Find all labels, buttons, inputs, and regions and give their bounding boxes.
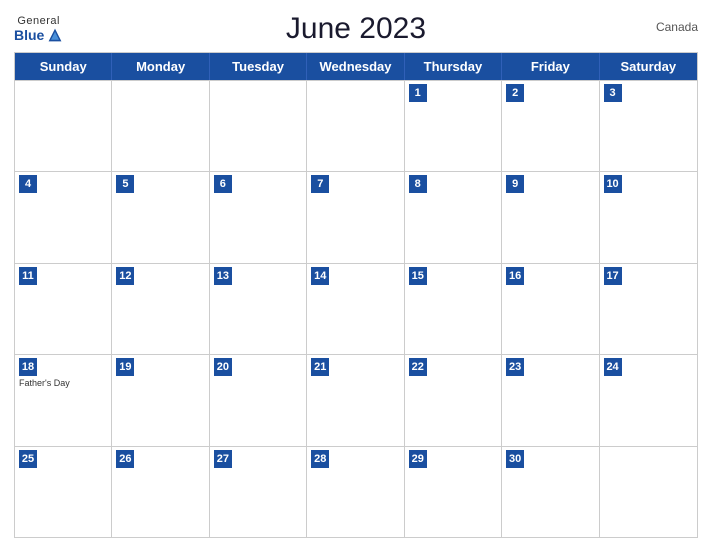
day-cell: 6 (210, 172, 307, 262)
logo-general: General (17, 16, 60, 27)
day-number: 7 (311, 175, 329, 193)
day-number: 28 (311, 450, 329, 468)
day-cell (210, 81, 307, 171)
day-number: 9 (506, 175, 524, 193)
day-cell: 22 (405, 355, 502, 445)
day-number: 18 (19, 358, 37, 376)
day-cell: 28 (307, 447, 404, 537)
day-cell: 17 (600, 264, 697, 354)
week-row-3: 11 12 13 14 15 16 17 (15, 263, 697, 354)
header-monday: Monday (112, 53, 209, 80)
day-number: 6 (214, 175, 232, 193)
day-cell: 30 (502, 447, 599, 537)
day-number: 25 (19, 450, 37, 468)
day-number: 23 (506, 358, 524, 376)
day-cell: 27 (210, 447, 307, 537)
day-cell (600, 447, 697, 537)
day-number: 8 (409, 175, 427, 193)
day-number: 4 (19, 175, 37, 193)
day-number: 19 (116, 358, 134, 376)
logo-blue: Blue (14, 27, 63, 43)
day-cell: 3 (600, 81, 697, 171)
day-number: 15 (409, 267, 427, 285)
holiday-label: Father's Day (19, 378, 107, 389)
day-headers-row: Sunday Monday Tuesday Wednesday Thursday… (15, 53, 697, 80)
day-number: 16 (506, 267, 524, 285)
day-cell: 7 (307, 172, 404, 262)
day-cell: 29 (405, 447, 502, 537)
day-cell: 20 (210, 355, 307, 445)
day-number: 2 (506, 84, 524, 102)
day-number: 29 (409, 450, 427, 468)
week-row-2: 4 5 6 7 8 9 10 (15, 171, 697, 262)
day-cell: 19 (112, 355, 209, 445)
day-number: 30 (506, 450, 524, 468)
day-cell: 8 (405, 172, 502, 262)
day-number: 12 (116, 267, 134, 285)
week-row-1: 1 2 3 (15, 80, 697, 171)
header-wednesday: Wednesday (307, 53, 404, 80)
logo: General Blue (14, 16, 63, 43)
day-cell: 15 (405, 264, 502, 354)
day-cell: 11 (15, 264, 112, 354)
day-cell: 18 Father's Day (15, 355, 112, 445)
day-number: 17 (604, 267, 622, 285)
day-number: 24 (604, 358, 622, 376)
day-cell: 9 (502, 172, 599, 262)
day-number: 21 (311, 358, 329, 376)
day-cell: 10 (600, 172, 697, 262)
day-number: 3 (604, 84, 622, 102)
day-cell: 21 (307, 355, 404, 445)
day-cell (307, 81, 404, 171)
day-cell: 23 (502, 355, 599, 445)
day-cell: 14 (307, 264, 404, 354)
week-row-5: 25 26 27 28 29 30 (15, 446, 697, 537)
day-cell: 5 (112, 172, 209, 262)
day-cell (15, 81, 112, 171)
day-number: 5 (116, 175, 134, 193)
day-cell: 16 (502, 264, 599, 354)
week-row-4: 18 Father's Day 19 20 21 22 23 24 (15, 354, 697, 445)
calendar-page: General Blue June 2023 Canada Sunday Mon… (0, 0, 712, 550)
header-saturday: Saturday (600, 53, 697, 80)
country-label: Canada (656, 20, 698, 34)
logo-icon (47, 27, 63, 43)
header-tuesday: Tuesday (210, 53, 307, 80)
day-cell: 26 (112, 447, 209, 537)
day-number: 11 (19, 267, 37, 285)
day-cell: 25 (15, 447, 112, 537)
day-number: 13 (214, 267, 232, 285)
day-cell: 24 (600, 355, 697, 445)
day-cell: 13 (210, 264, 307, 354)
calendar-header: General Blue June 2023 Canada (14, 12, 698, 46)
day-number: 10 (604, 175, 622, 193)
day-number: 14 (311, 267, 329, 285)
day-cell (112, 81, 209, 171)
day-cell: 1 (405, 81, 502, 171)
day-cell: 2 (502, 81, 599, 171)
day-cell: 4 (15, 172, 112, 262)
day-number: 26 (116, 450, 134, 468)
month-title: June 2023 (286, 12, 426, 46)
day-number: 1 (409, 84, 427, 102)
day-number: 27 (214, 450, 232, 468)
header-thursday: Thursday (405, 53, 502, 80)
day-cell: 12 (112, 264, 209, 354)
day-number: 22 (409, 358, 427, 376)
day-number: 20 (214, 358, 232, 376)
calendar-grid: Sunday Monday Tuesday Wednesday Thursday… (14, 52, 698, 538)
header-friday: Friday (502, 53, 599, 80)
weeks-container: 123456789101112131415161718Father's Day1… (15, 80, 697, 537)
header-sunday: Sunday (15, 53, 112, 80)
